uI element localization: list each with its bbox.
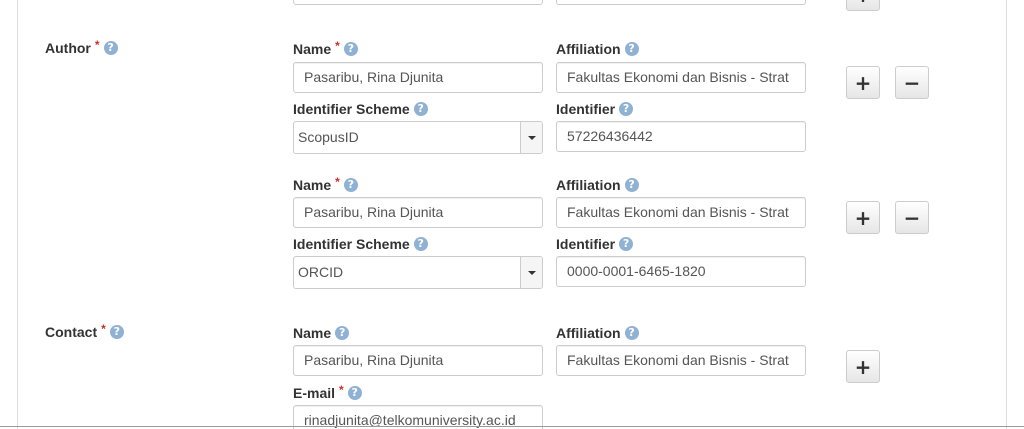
help-icon[interactable]: ? [343,178,358,192]
dropdown-arrow[interactable] [520,257,542,288]
author-2-affiliation-label: Affiliation ? [556,176,639,194]
author-1-remove-button[interactable]: − [895,66,929,99]
minus-icon: − [903,70,921,95]
author-1-scheme-label: Identifier Scheme ? [293,100,428,118]
help-icon[interactable]: ? [347,386,362,400]
author-2-name-label: Name * ? [293,175,358,194]
contact-name-input[interactable]: Pasaribu, Rina Djunita [293,345,543,376]
required-mark: * [335,175,340,189]
bottom-border [0,426,1024,427]
author-1-scheme-select[interactable]: ScopusID [293,121,543,154]
author-1-identifier-label: Identifier ? [556,100,634,118]
contact-email-label: E-mail * ? [293,383,362,402]
help-icon[interactable]: ? [619,102,634,116]
help-icon[interactable]: ? [413,237,428,251]
author-1-name-input[interactable]: Pasaribu, Rina Djunita [293,62,543,93]
previous-add-button[interactable]: + [846,0,880,11]
help-icon[interactable]: ? [624,178,639,192]
contact-affiliation-input[interactable]: Fakultas Ekonomi dan Bisnis - Strat [556,345,806,376]
minus-icon: − [903,205,921,230]
contact-label: Contact * ? [45,322,124,341]
author-2-remove-button[interactable]: − [895,201,929,234]
author-2-scheme-label: Identifier Scheme ? [293,235,428,253]
author-1-affiliation-label: Affiliation ? [556,40,639,58]
help-icon[interactable]: ? [335,326,350,340]
plus-icon: + [854,354,872,379]
plus-icon: + [854,70,872,95]
help-icon[interactable]: ? [109,325,124,339]
author-2-scheme-select[interactable]: ORCID [293,256,543,289]
caret-down-icon [527,270,536,275]
author-label: Author * ? [45,38,118,57]
help-icon[interactable]: ? [413,102,428,116]
help-icon[interactable]: ? [103,41,118,55]
author-2-identifier-input[interactable]: 0000-0001-6465-1820 [556,256,806,287]
caret-down-icon [527,135,536,140]
author-1-name-label: Name * ? [293,39,358,58]
required-mark: * [339,383,344,397]
author-2-identifier-label: Identifier ? [556,235,634,253]
help-icon[interactable]: ? [343,42,358,56]
author-2-add-button[interactable]: + [846,201,880,234]
contact-name-label: Name ? [293,324,350,342]
plus-icon: + [854,205,872,230]
required-mark: * [101,322,106,336]
contact-affiliation-label: Affiliation ? [556,324,639,342]
author-2-name-input[interactable]: Pasaribu, Rina Djunita [293,197,543,228]
contact-add-button[interactable]: + [846,350,880,383]
dropdown-arrow[interactable] [520,122,542,153]
help-icon[interactable]: ? [624,42,639,56]
help-icon[interactable]: ? [624,326,639,340]
required-mark: * [335,39,340,53]
required-mark: * [94,38,100,52]
help-icon[interactable]: ? [619,237,634,251]
author-1-add-button[interactable]: + [846,66,880,99]
author-1-identifier-input[interactable]: 57226436442 [556,121,806,152]
previous-field-left[interactable] [293,0,543,5]
author-2-affiliation-input[interactable]: Fakultas Ekonomi dan Bisnis - Strat [556,197,806,228]
author-1-affiliation-input[interactable]: Fakultas Ekonomi dan Bisnis - Strat [556,62,806,93]
previous-field-right[interactable] [556,0,806,5]
